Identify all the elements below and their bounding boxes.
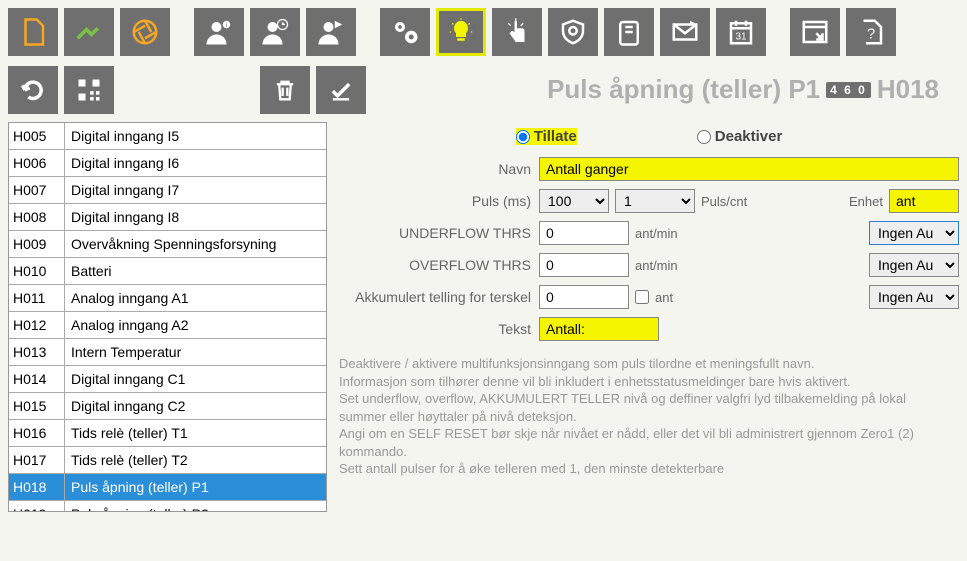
list-row-H016[interactable]: H016Tids relè (teller) T1 — [9, 420, 326, 447]
list-row-H015[interactable]: H015Digital inngang C2 — [9, 393, 326, 420]
list-label: Digital inngang C1 — [65, 371, 326, 387]
pulse-select[interactable]: 100 — [539, 189, 609, 213]
toolbar-file-button[interactable] — [8, 8, 58, 56]
list-label: Batteri — [65, 263, 326, 279]
unit-label: Enhet — [849, 194, 883, 209]
toolbar-calendar-button[interactable]: 31 — [716, 8, 766, 56]
list-label: Digital inngang I8 — [65, 209, 326, 225]
toolbar-user-time-button[interactable] — [250, 8, 300, 56]
list-row-H018[interactable]: H018Puls åpning (teller) P1 — [9, 474, 326, 501]
name-input[interactable] — [539, 157, 959, 181]
list-label: Puls åpning (teller) P1 — [65, 479, 326, 495]
name-label: Navn — [339, 161, 539, 177]
disable-radio[interactable]: Deaktiver — [697, 128, 783, 145]
list-row-H006[interactable]: H006Digital inngang I6 — [9, 150, 326, 177]
toolbar-touch-button[interactable] — [492, 8, 542, 56]
unit-input[interactable] — [889, 189, 959, 213]
toolbar-shield-button[interactable] — [548, 8, 598, 56]
overflow-alarm-select[interactable]: Ingen Au — [869, 253, 959, 277]
list-code: H005 — [9, 123, 65, 149]
list-row-H019[interactable]: H019Puls åpning (teller) P2 — [9, 501, 326, 512]
list-code: H007 — [9, 177, 65, 203]
list-label: Digital inngang I6 — [65, 155, 326, 171]
list-code: H014 — [9, 366, 65, 392]
toolbar-mail-button[interactable] — [660, 8, 710, 56]
list-row-H017[interactable]: H017Tids relè (teller) T2 — [9, 447, 326, 474]
underflow-label: UNDERFLOW THRS — [339, 225, 539, 241]
list-label: Analog inngang A1 — [65, 290, 326, 306]
list-row-H005[interactable]: H005Digital inngang I5 — [9, 123, 326, 150]
list-row-H013[interactable]: H013Intern Temperatur — [9, 339, 326, 366]
page-title-code: H018 — [877, 74, 939, 105]
list-code: H008 — [9, 204, 65, 230]
text-input[interactable] — [539, 317, 659, 341]
list-code: H017 — [9, 447, 65, 473]
pulse-label: Puls (ms) — [339, 193, 539, 209]
toolbar-idea-button[interactable] — [436, 8, 486, 56]
list-label: Puls åpning (teller) P2 — [65, 506, 326, 512]
list-row-H011[interactable]: H011Analog inngang A1 — [9, 285, 326, 312]
overflow-label: OVERFLOW THRS — [339, 257, 539, 273]
list-label: Intern Temperatur — [65, 344, 326, 360]
list-label: Digital inngang C2 — [65, 398, 326, 414]
list-code: H006 — [9, 150, 65, 176]
page-title: Puls åpning (teller) P1 4 6 0 H018 — [372, 74, 959, 105]
underflow-alarm-select[interactable]: Ingen Au — [869, 221, 959, 245]
toolbar-window-button[interactable] — [790, 8, 840, 56]
overflow-input[interactable] — [539, 253, 629, 277]
list-row-H010[interactable]: H010Batteri — [9, 258, 326, 285]
toolbar-user-info-button[interactable]: i — [194, 8, 244, 56]
description-text: Deaktivere / aktivere multifunksjonsinng… — [339, 349, 959, 478]
list-code: H010 — [9, 258, 65, 284]
toolbar-settings-button[interactable] — [380, 8, 430, 56]
list-code: H013 — [9, 339, 65, 365]
underflow-input[interactable] — [539, 221, 629, 245]
text-label: Tekst — [339, 321, 539, 337]
svg-text:?: ? — [867, 25, 875, 42]
toolbar-connect-button[interactable] — [64, 8, 114, 56]
list-label: Overvåkning Spenningsforsyning — [65, 236, 326, 252]
list-code: H019 — [9, 501, 65, 512]
channel-list[interactable]: H005Digital inngang I5H006Digital inngan… — [8, 122, 327, 512]
list-code: H018 — [9, 474, 65, 500]
accum-checkbox[interactable] — [635, 290, 649, 304]
apply-button[interactable] — [316, 66, 366, 114]
list-label: Digital inngang I7 — [65, 182, 326, 198]
svg-text:31: 31 — [735, 32, 747, 43]
list-label: Tids relè (teller) T1 — [65, 425, 326, 441]
list-row-H012[interactable]: H012Analog inngang A2 — [9, 312, 326, 339]
list-row-H014[interactable]: H014Digital inngang C1 — [9, 366, 326, 393]
enable-radio[interactable]: Tillate — [516, 128, 577, 145]
page-title-main: Puls åpning (teller) P1 — [547, 74, 820, 105]
toolbar-help-button[interactable]: ? — [846, 8, 896, 56]
toolbar-user-send-button[interactable] — [306, 8, 356, 56]
list-label: Tids relè (teller) T2 — [65, 452, 326, 468]
list-code: H012 — [9, 312, 65, 338]
accum-label: Akkumulert telling for terskel — [339, 289, 539, 305]
list-label: Analog inngang A2 — [65, 317, 326, 333]
form-panel: Tillate Deaktiver Navn Puls (ms) 100 1 P… — [339, 122, 959, 512]
delete-button[interactable] — [260, 66, 310, 114]
pulscnt-select[interactable]: 1 — [615, 189, 695, 213]
list-code: H009 — [9, 231, 65, 257]
toolbar-aperture-button[interactable] — [120, 8, 170, 56]
toolbar-device-button[interactable] — [604, 8, 654, 56]
list-row-H008[interactable]: H008Digital inngang I8 — [9, 204, 326, 231]
list-row-H007[interactable]: H007Digital inngang I7 — [9, 177, 326, 204]
list-row-H009[interactable]: H009Overvåkning Spenningsforsyning — [9, 231, 326, 258]
qr-button[interactable] — [64, 66, 114, 114]
svg-text:i: i — [226, 22, 227, 29]
undo-button[interactable] — [8, 66, 58, 114]
accum-alarm-select[interactable]: Ingen Au — [869, 285, 959, 309]
list-code: H011 — [9, 285, 65, 311]
list-code: H016 — [9, 420, 65, 446]
accum-input[interactable] — [539, 285, 629, 309]
list-label: Digital inngang I5 — [65, 128, 326, 144]
version-badge: 4 6 0 — [826, 82, 871, 98]
list-code: H015 — [9, 393, 65, 419]
